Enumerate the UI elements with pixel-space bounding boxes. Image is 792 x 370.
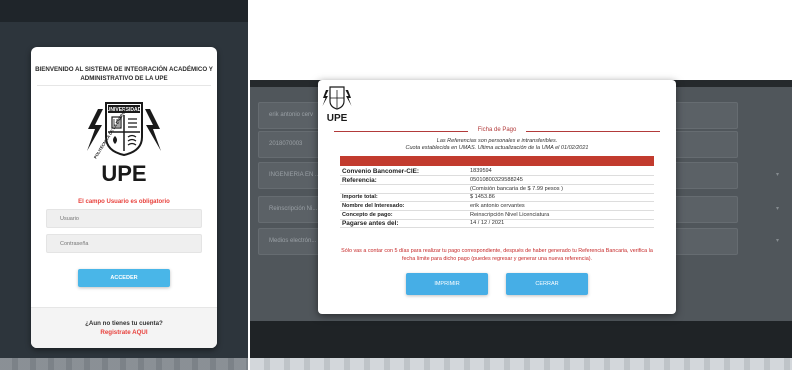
register-link[interactable]: Registrate AQUI (31, 329, 217, 336)
slip-red-bar (340, 156, 654, 166)
row-value: 1839594 (468, 167, 654, 177)
chevron-down-icon: ▾ (775, 206, 779, 212)
slip-details-table: Convenio Bancomer-CIE: 1839594 Referencia… (340, 167, 654, 229)
row-value: 05010800329588245 (468, 175, 654, 185)
login-bottom-strip (0, 358, 248, 370)
chevron-down-icon: ▾ (775, 172, 779, 178)
legend-rule-right (526, 131, 660, 132)
chevron-down-icon: ▾ (775, 238, 779, 244)
slip-legend: Ficha de Pago (477, 127, 517, 133)
row-label: Importe total: (340, 193, 468, 203)
no-account-text: ¿Aun no tienes tu cuenta? (85, 320, 163, 327)
table-row: Pagarse antes del: 14 / 12 / 2021 (340, 219, 654, 229)
table-row: Nombre del Interesado: erik antonio cerva… (340, 201, 654, 211)
row-label: Nombre del Interesado: (340, 201, 468, 211)
upe-logo-small: UPE (322, 86, 352, 124)
payment-slip-modal: UPE Ficha de Pago Las Referencias son pe… (318, 80, 676, 314)
logo-wordmark: UPE (327, 113, 348, 124)
payment-dark-footer (250, 321, 792, 358)
row-value: erik antonio cervantes (468, 201, 654, 211)
row-value: 14 / 12 / 2021 (468, 219, 654, 229)
row-value: (Comisión bancaria de $ 7.99 pesos ) (468, 184, 654, 194)
bg-field-value: Medios electrón... (269, 238, 317, 244)
login-submit-button[interactable]: ACCEDER (78, 269, 170, 287)
payment-bottom-strip (250, 358, 792, 370)
row-label: Referencia: (340, 175, 468, 185)
login-card: BIENVENIDO AL SISTEMA DE INTEGRACIÓN ACA… (31, 47, 217, 348)
bg-field-value: erik antonio cerv (269, 112, 314, 118)
username-required-error: El campo Usuario es obligatorio (78, 199, 170, 205)
left-lightning-icon (322, 90, 329, 106)
table-row: Concepto de pago: Reinscripción Nivel Lic… (340, 210, 654, 220)
right-lightning-icon (145, 109, 161, 151)
login-top-bar (0, 0, 248, 22)
login-footer: ¿Aun no tienes tu cuenta? Registrate AQU… (31, 307, 217, 348)
username-input[interactable] (46, 209, 202, 228)
row-label: Pagarse antes del: (340, 219, 468, 229)
slip-note-uma: Cuota establecida en UMAS. Ultima actual… (405, 145, 589, 151)
login-screen: BIENVENIDO AL SISTEMA DE INTEGRACIÓN ACA… (0, 0, 248, 370)
upe-logo: UNIVERSIDAD POLITÉCNICA DE LA ENERGÍA UP… (87, 102, 161, 185)
row-label: Concepto de pago: (340, 210, 468, 220)
row-value: Reinscripción Nivel Licenciatura (468, 210, 654, 220)
table-row: Convenio Bancomer-CIE: 1839594 (340, 167, 654, 177)
title-divider (37, 85, 211, 86)
login-title: BIENVENIDO AL SISTEMA DE INTEGRACIÓN ACA… (35, 66, 213, 82)
slip-note-personal: Las Referencias son personales e intrans… (436, 138, 558, 144)
row-value: $ 1453.86 (468, 193, 654, 203)
logo-wordmark: UPE (101, 161, 146, 185)
table-row: (Comisión bancaria de $ 7.99 pesos ) (340, 184, 654, 194)
legend-rule-left (334, 131, 468, 132)
screenshot-stage: BIENVENIDO AL SISTEMA DE INTEGRACIÓN ACA… (0, 0, 792, 370)
close-button[interactable]: CERRAR (506, 273, 588, 295)
bg-field-value: 2018070003 (269, 141, 303, 147)
slip-deadline-warning: Sólo vas a contar con 5 días para realiz… (341, 248, 653, 262)
bg-field-value: Reinscripción Ni... (269, 206, 318, 212)
table-row: Importe total: $ 1453.86 (340, 193, 654, 203)
row-label: Convenio Bancomer-CIE: (340, 167, 468, 177)
password-input[interactable] (46, 234, 202, 253)
table-row: Referencia: 05010800329588245 (340, 175, 654, 185)
right-lightning-icon (345, 90, 352, 106)
print-button[interactable]: IMPRIMIR (406, 273, 488, 295)
bg-field-value: INGENIERIA EN ... (269, 172, 321, 178)
row-label (340, 184, 468, 194)
